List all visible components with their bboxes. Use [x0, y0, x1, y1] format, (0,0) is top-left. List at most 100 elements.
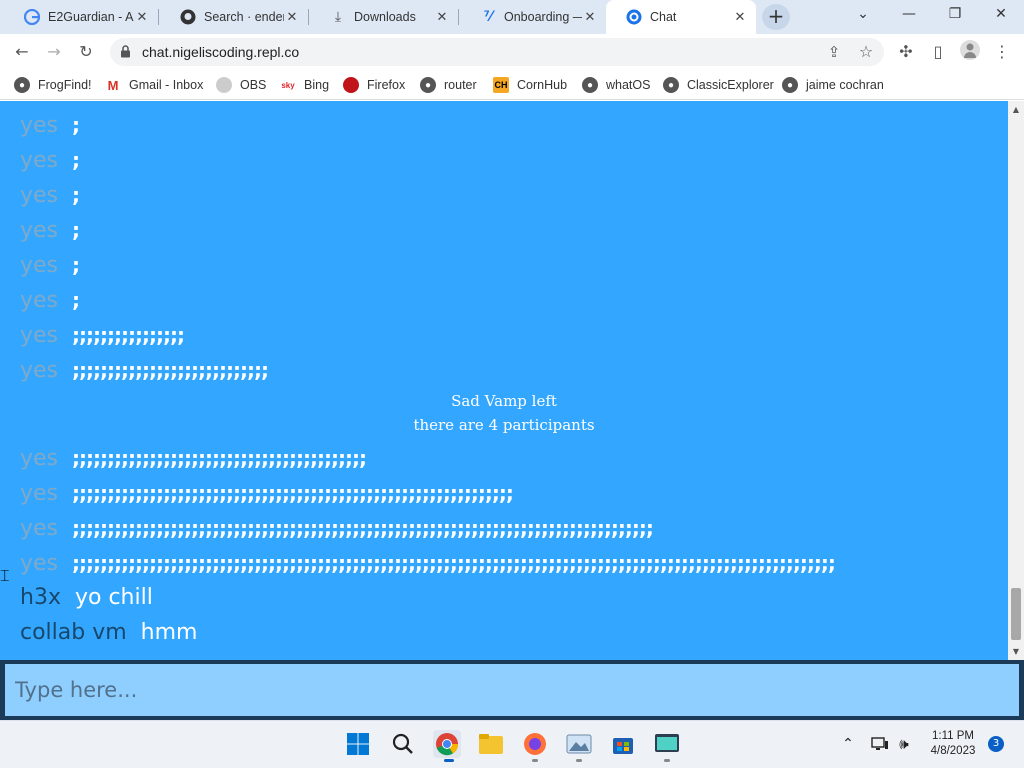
url-text[interactable]: chat.nigeliscoding.repl.co [142, 44, 299, 60]
bookmark-cornhub[interactable]: CH CornHub [493, 70, 567, 100]
bookmark-frogfind[interactable]: ● FrogFind! [14, 70, 92, 100]
close-icon[interactable]: ✕ [134, 10, 150, 25]
file-explorer-icon[interactable] [477, 730, 505, 758]
volume-icon[interactable]: 🕪 [890, 730, 918, 758]
close-icon[interactable]: ✕ [582, 10, 598, 25]
windows-start-icon[interactable] [344, 730, 372, 758]
tab-title: Chat [650, 10, 677, 24]
message-username: yes [20, 323, 59, 348]
new-tab-button[interactable]: + [762, 4, 790, 30]
message-text: ; [72, 253, 80, 277]
chat-message: yes; [20, 113, 80, 138]
chat-message: yes; [20, 253, 80, 278]
tab-e2guardian[interactable]: E2Guardian - Ac ✕ [4, 0, 158, 34]
tab-title: Downloads [354, 10, 416, 24]
photos-icon[interactable] [565, 730, 593, 758]
vm-window-icon[interactable] [653, 730, 681, 758]
bookmark-jaime-cochran[interactable]: ● jaime cochran [782, 70, 884, 100]
store-icon[interactable] [609, 730, 637, 758]
bookmark-whatos[interactable]: ● whatOS [582, 70, 650, 100]
close-icon[interactable]: ✕ [732, 10, 748, 25]
reload-button[interactable]: ↻ [74, 40, 98, 64]
tab-search-icon[interactable]: ⌄ [840, 0, 886, 30]
message-text: ;;;;;;;;;;;;;;;;;;;;;;;;;;;;;;;;;;;;;;;;… [72, 446, 367, 470]
text-cursor-icon: ⌶ [0, 566, 10, 585]
tab-github-search[interactable]: Search · enderm ✕ [160, 0, 308, 34]
message-text: ; [72, 148, 80, 172]
window-close-button[interactable]: ✕ [978, 0, 1024, 30]
notification-badge[interactable]: 3 [988, 736, 1004, 752]
chat-message: yes;;;;;;;;;;;;;;;; [20, 323, 185, 348]
chat-icon [626, 9, 642, 25]
message-input[interactable] [5, 664, 1019, 716]
chevron-up-icon[interactable]: ⌃ [834, 730, 862, 758]
tab-title: Search · enderm [204, 10, 284, 24]
bookmark-star-icon[interactable]: ☆ [854, 40, 878, 64]
running-indicator [576, 759, 582, 762]
close-icon[interactable]: ✕ [434, 10, 450, 25]
back-button[interactable]: ← [10, 40, 34, 64]
chat-message: yes;;;;;;;;;;;;;;;;;;;;;;;;;;;;;;;;;;;;;… [20, 481, 514, 506]
close-icon[interactable]: ✕ [284, 10, 300, 25]
forward-button[interactable]: → [42, 40, 66, 64]
message-text: ; [72, 218, 80, 242]
bookmark-classicexplorer[interactable]: ● ClassicExplorer [663, 70, 774, 100]
chat-message: yes; [20, 148, 80, 173]
scroll-down-arrow-icon[interactable]: ▼ [1010, 647, 1022, 656]
firefox-icon [343, 77, 359, 93]
menu-icon[interactable]: ⋮ [990, 40, 1014, 64]
message-text: hmm [140, 620, 198, 645]
message-text: yo chill [74, 585, 153, 610]
gmail-icon: M [107, 77, 119, 93]
message-text: ;;;;;;;;;;;;;;;;;;;;;;;;;;;;;;;;;;;;;;;;… [72, 481, 514, 505]
tab-onboarding[interactable]: ⁷⁄ Onboarding — ✕ [460, 0, 606, 34]
bookmark-gmail[interactable]: M Gmail - Inbox [105, 70, 204, 100]
message-username: yes [20, 218, 59, 243]
chat-message: yes; [20, 218, 80, 243]
chat-message: yes; [20, 288, 80, 313]
message-username: yes [20, 516, 59, 541]
maximize-button[interactable]: ❐ [932, 0, 978, 30]
tab-downloads[interactable]: ⤓ Downloads ✕ [310, 0, 458, 34]
globe-icon: ● [782, 77, 798, 93]
message-username: yes [20, 253, 59, 278]
clock-date: 4/8/2023 [930, 745, 976, 757]
message-text: ;;;;;;;;;;;;;;;;;;;;;;;;;;;;;;;;;;;;;;;;… [72, 516, 654, 540]
message-username: yes [20, 446, 59, 471]
system-clock[interactable]: 1:11 PM 4/8/2023 [922, 729, 984, 759]
message-username: yes [20, 358, 59, 383]
bookmark-firefox[interactable]: Firefox [343, 70, 405, 100]
running-indicator [444, 759, 454, 762]
message-username: yes [20, 288, 59, 313]
side-panel-icon[interactable]: ▯ [926, 40, 950, 64]
google-g-icon [24, 9, 40, 25]
bookmark-router[interactable]: ● router [420, 70, 477, 100]
share-icon[interactable]: ⇪ [822, 40, 846, 64]
lock-icon[interactable] [120, 45, 131, 61]
tab-chat[interactable]: Chat ✕ [606, 0, 756, 34]
bookmark-obs[interactable]: OBS [216, 70, 266, 100]
tab-divider [308, 9, 309, 25]
running-indicator [664, 759, 670, 762]
chat-message: collab vm hmm [20, 620, 197, 645]
chat-log[interactable]: yes; yes; yes; yes; yes; yes; yes;;;;;;;… [0, 101, 1008, 660]
system-message: there are 4 participants [413, 416, 595, 434]
extensions-icon[interactable]: ✣ [894, 40, 918, 64]
onboarding-icon: ⁷⁄ [483, 9, 493, 25]
ch-icon: CH [493, 77, 509, 93]
minimize-button[interactable]: — [886, 0, 932, 30]
scrollbar-thumb[interactable] [1011, 588, 1021, 640]
bookmark-bing[interactable]: sky Bing [280, 70, 329, 100]
profile-avatar[interactable] [958, 40, 982, 64]
scroll-up-arrow-icon[interactable]: ▲ [1010, 105, 1022, 114]
chat-message: yes;;;;;;;;;;;;;;;;;;;;;;;;;;;;;;;;;;;;;… [20, 551, 836, 576]
download-icon: ⤓ [334, 9, 342, 25]
firefox-taskbar-icon[interactable] [521, 730, 549, 758]
github-icon [216, 77, 232, 93]
chat-scrollbar[interactable] [1008, 101, 1024, 660]
search-icon[interactable] [389, 730, 417, 758]
chrome-icon[interactable] [433, 730, 461, 758]
message-text: ;;;;;;;;;;;;;;;;;;;;;;;;;;;;;;;;;;;;;;;;… [72, 551, 836, 575]
chat-message: yes;;;;;;;;;;;;;;;;;;;;;;;;;;;; [20, 358, 269, 383]
message-text: ;;;;;;;;;;;;;;;; [72, 323, 185, 347]
